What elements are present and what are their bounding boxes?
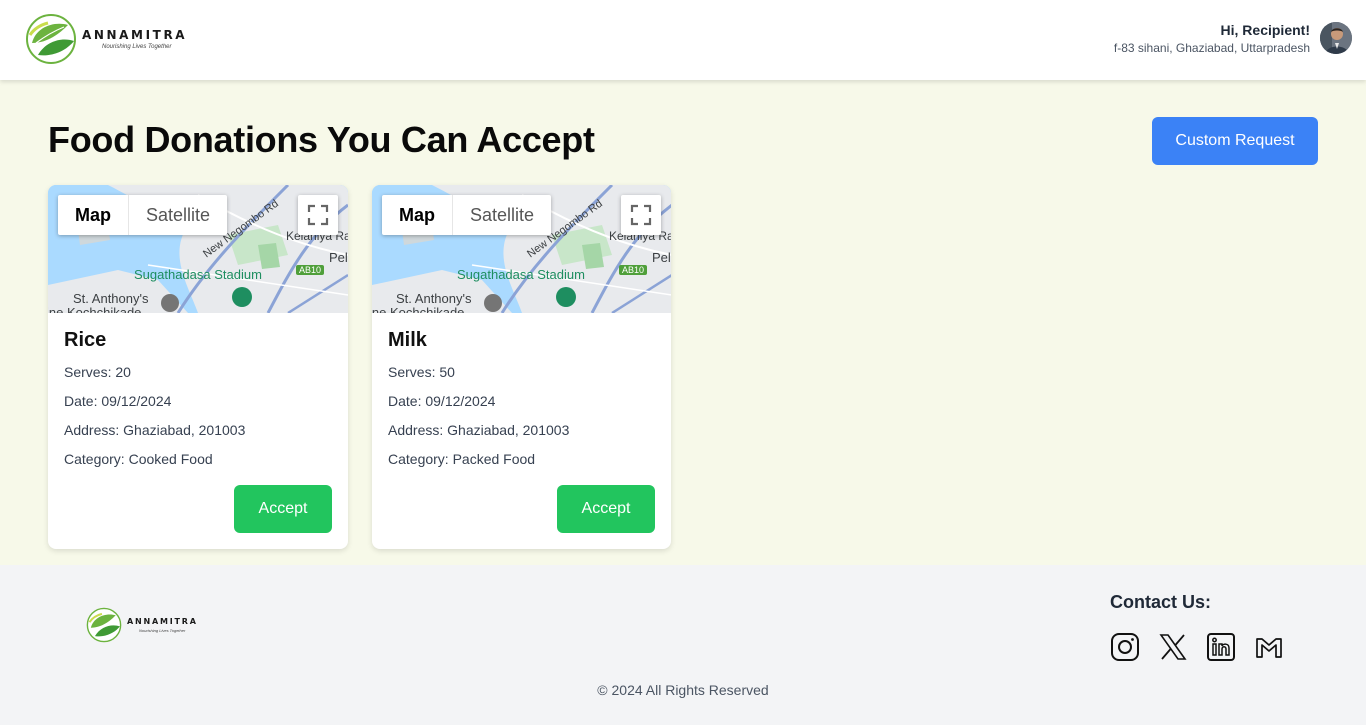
map-area-label: Pel (652, 250, 671, 265)
satellite-view-button[interactable]: Satellite (128, 195, 227, 235)
brand-name: ANNAMITRA (82, 28, 188, 42)
map-stadium-label: Sugathadasa Stadium (134, 267, 262, 282)
accept-button[interactable]: Accept (557, 485, 655, 533)
donation-category: Category: Cooked Food (64, 451, 213, 467)
donation-name: Rice (64, 329, 107, 351)
satellite-view-button[interactable]: Satellite (452, 195, 551, 235)
footer: ANNAMITRA Nourishing Lives Together Cont… (0, 565, 1366, 725)
fullscreen-icon (630, 204, 652, 226)
map-route-badge: AB10 (296, 265, 325, 275)
footer-brand-logo[interactable]: ANNAMITRA Nourishing Lives Together (85, 607, 198, 643)
linkedin-icon[interactable] (1206, 632, 1236, 662)
user-avatar-icon (1320, 22, 1352, 54)
map-church-label: St. Anthony's (396, 291, 472, 306)
card-details: Rice Serves: 20 Date: 09/12/2024 Address… (64, 329, 332, 467)
donation-serves: Serves: 20 (64, 364, 131, 380)
map-type-toggle: Map Satellite (58, 195, 228, 235)
donation-date: Date: 09/12/2024 (64, 393, 172, 409)
map-area-label: ine Kochchikade (372, 305, 465, 313)
location-map[interactable]: New Negombo Rd Kelaniya Ra Pel Sugathada… (48, 185, 348, 313)
map-area-label: ine Kochchikade (48, 305, 142, 313)
map-stadium-label: Sugathadasa Stadium (457, 267, 585, 282)
map-view-button[interactable]: Map (382, 195, 452, 235)
map-area-label: Pel (329, 250, 348, 265)
x-twitter-icon[interactable] (1158, 632, 1188, 662)
fullscreen-button[interactable] (298, 195, 338, 235)
fullscreen-icon (307, 204, 329, 226)
leaf-logo-icon (86, 607, 122, 643)
location-map[interactable]: New Negombo Rd Kelaniya Ra Pel Sugathada… (372, 185, 671, 313)
social-links (1110, 632, 1284, 662)
donation-card: New Negombo Rd Kelaniya Ra Pel Sugathada… (48, 185, 348, 549)
donation-address: Address: Ghaziabad, 201003 (64, 422, 246, 438)
map-view-button[interactable]: Map (58, 195, 128, 235)
brand-logo[interactable]: ANNAMITRA Nourishing Lives Together (24, 13, 187, 65)
donation-date: Date: 09/12/2024 (388, 393, 496, 409)
map-type-toggle: Map Satellite (382, 195, 552, 235)
top-header: ANNAMITRA Nourishing Lives Together Hi, … (0, 0, 1366, 80)
brand-tagline: Nourishing Lives Together (102, 44, 172, 50)
custom-request-button[interactable]: Custom Request (1152, 117, 1318, 165)
card-details: Milk Serves: 50 Date: 09/12/2024 Address… (388, 329, 655, 467)
page-title: Food Donations You Can Accept (48, 119, 595, 160)
instagram-icon[interactable] (1110, 632, 1140, 662)
map-church-label: St. Anthony's (73, 291, 149, 306)
donation-address: Address: Ghaziabad, 201003 (388, 422, 570, 438)
donation-card: New Negombo Rd Kelaniya Ra Pel Sugathada… (372, 185, 671, 549)
user-address: f-83 sihani, Ghaziabad, Uttarpradesh (1113, 41, 1310, 55)
accept-button[interactable]: Accept (234, 485, 332, 533)
user-info: Hi, Recipient! f-83 sihani, Ghaziabad, U… (1114, 22, 1310, 55)
gmail-icon[interactable] (1254, 632, 1284, 662)
donation-serves: Serves: 50 (388, 364, 455, 380)
user-greeting: Hi, Recipient! (1220, 22, 1310, 38)
brand-tagline: Nourishing Lives Together (139, 628, 186, 633)
donation-category: Category: Packed Food (388, 451, 536, 467)
map-route-badge: AB10 (619, 265, 648, 275)
avatar[interactable] (1320, 22, 1352, 54)
leaf-logo-icon (26, 14, 76, 64)
fullscreen-button[interactable] (621, 195, 661, 235)
brand-name: ANNAMITRA (127, 617, 198, 626)
copyright-text: © 2024 All Rights Reserved (597, 682, 769, 698)
contact-title: Contact Us: (1110, 592, 1212, 612)
donation-name: Milk (388, 329, 427, 351)
